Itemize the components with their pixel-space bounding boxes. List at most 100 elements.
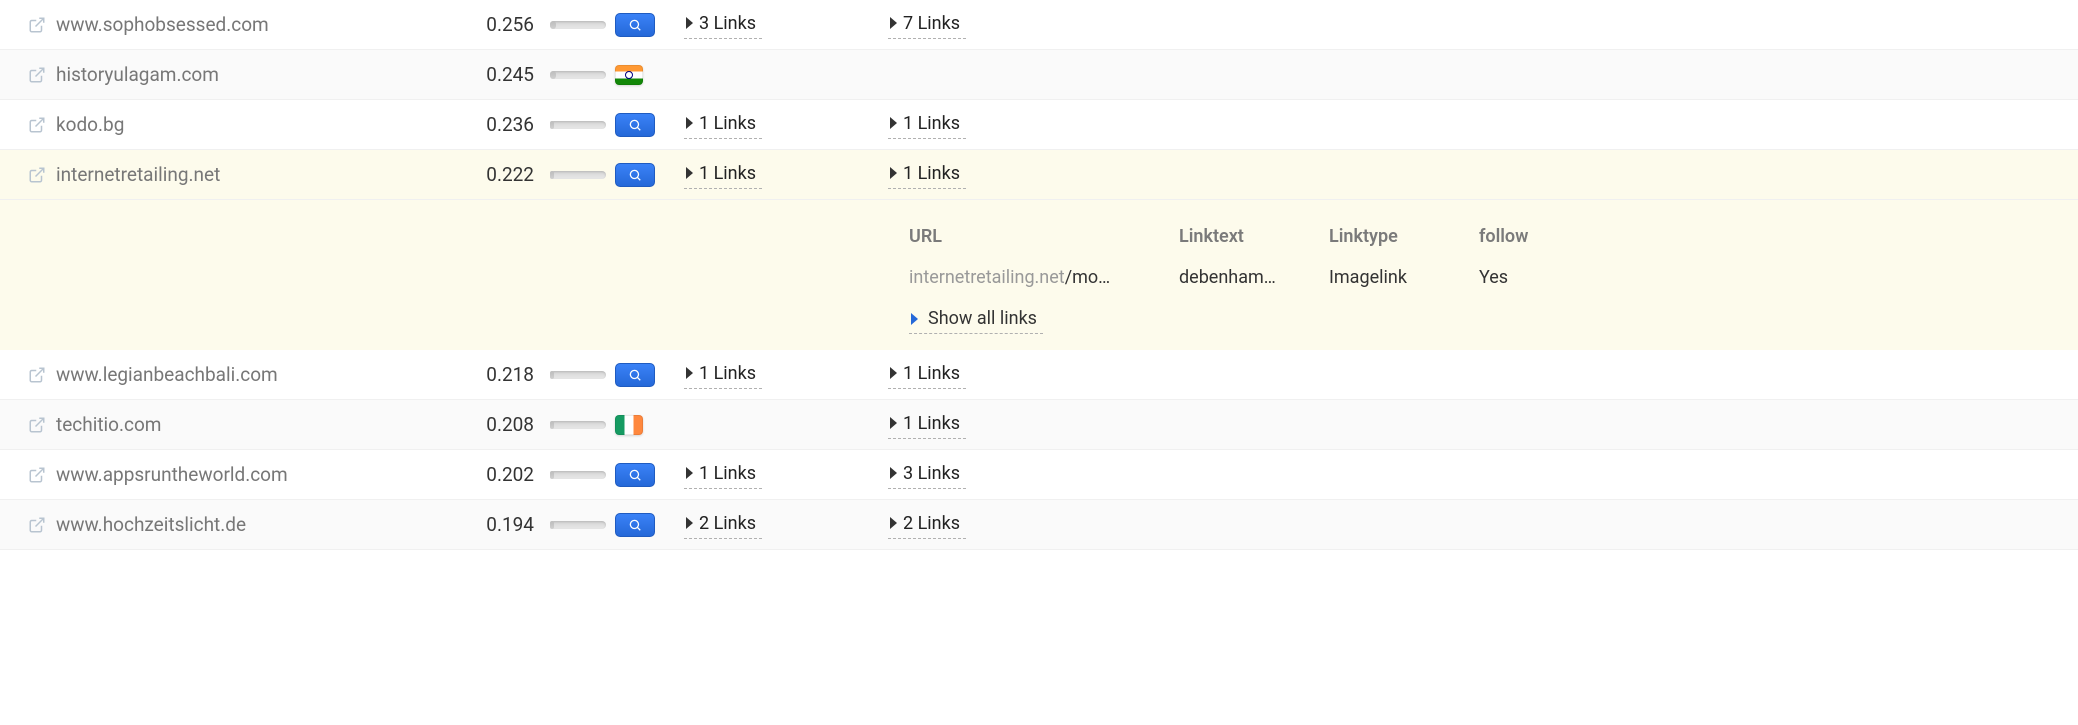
score-value: 0.194 [460,513,540,536]
domain-link[interactable]: kodo.bg [56,113,124,136]
links-expander[interactable]: 1 Links [888,111,966,139]
score-value: 0.208 [460,413,540,436]
links-count-label: 3 Links [699,13,756,34]
domain-cell: historyulagam.com [0,63,460,86]
links-count-label: 1 Links [903,113,960,134]
links-expander[interactable]: 1 Links [684,361,762,389]
links-col-2: 1 Links [880,411,2078,439]
show-all-links[interactable]: Show all links [909,306,1043,334]
table-row: kodo.bg 0.236 1 Links 1 Links [0,100,2078,150]
external-link-icon [28,466,46,484]
links-count-label: 1 Links [903,363,960,384]
links-col-1: 1 Links [680,111,880,139]
links-expander[interactable]: 1 Links [888,361,966,389]
links-count-label: 1 Links [903,413,960,434]
links-col-1: 1 Links [680,161,880,189]
external-link-icon [28,516,46,534]
links-count-label: 1 Links [903,163,960,184]
search-badge[interactable] [615,163,655,187]
caret-right-icon [911,313,918,325]
country-flag [615,415,643,435]
links-count-label: 1 Links [699,163,756,184]
links-col-2: 1 Links [880,161,2078,189]
caret-right-icon [890,517,897,529]
score-value: 0.236 [460,113,540,136]
links-expander[interactable]: 3 Links [888,461,966,489]
score-bar [540,171,615,179]
search-badge[interactable] [615,463,655,487]
score-value: 0.256 [460,13,540,36]
external-link-icon [28,416,46,434]
score-bar [540,121,615,129]
row-expansion: URLLinktextLinktypefollowinternetretaili… [0,200,2078,350]
domain-link[interactable]: techitio.com [56,413,161,436]
score-bar [540,71,615,79]
score-bar [540,371,615,379]
links-col-1: 3 Links [680,11,880,39]
badge-cell [615,415,680,435]
badge-cell [615,13,680,37]
detail-data-row[interactable]: internetretailing.net/mo…debenham…Imagel… [909,257,1769,298]
table-row: www.legianbeachbali.com 0.218 1 Links 1 Lin… [0,350,2078,400]
caret-right-icon [686,117,693,129]
search-badge[interactable] [615,363,655,387]
links-expander[interactable]: 1 Links [888,411,966,439]
caret-right-icon [890,417,897,429]
links-expander[interactable]: 3 Links [684,11,762,39]
search-badge[interactable] [615,513,655,537]
domain-link[interactable]: www.appsruntheworld.com [56,463,288,486]
domain-link[interactable]: www.hochzeitslicht.de [56,513,246,536]
score-bar [540,421,615,429]
detail-url: internetretailing.net/mo… [909,267,1169,288]
caret-right-icon [890,17,897,29]
links-col-2: 3 Links [880,461,2078,489]
links-expander[interactable]: 2 Links [684,511,762,539]
detail-follow: Yes [1479,267,1579,288]
links-expander[interactable]: 2 Links [888,511,966,539]
caret-right-icon [686,17,693,29]
domain-cell: www.legianbeachbali.com [0,363,460,386]
domain-link[interactable]: www.sophobsessed.com [56,13,269,36]
domain-table: www.sophobsessed.com 0.256 3 Links 7 Links h… [0,0,2078,550]
links-expander[interactable]: 1 Links [684,461,762,489]
table-row: internetretailing.net 0.222 1 Links 1 Links [0,150,2078,200]
search-badge[interactable] [615,113,655,137]
links-count-label: 2 Links [903,513,960,534]
domain-cell: kodo.bg [0,113,460,136]
domain-link[interactable]: internetretailing.net [56,163,220,186]
links-col-1: 2 Links [680,511,880,539]
score-bar [540,21,615,29]
score-value: 0.222 [460,163,540,186]
links-expander[interactable]: 1 Links [888,161,966,189]
links-col-1: 1 Links [680,361,880,389]
caret-right-icon [890,117,897,129]
external-link-icon [28,366,46,384]
domain-cell: www.appsruntheworld.com [0,463,460,486]
search-badge[interactable] [615,13,655,37]
external-link-icon [28,66,46,84]
links-expander[interactable]: 1 Links [684,161,762,189]
caret-right-icon [686,467,693,479]
caret-right-icon [686,367,693,379]
badge-cell [615,513,680,537]
domain-cell: techitio.com [0,413,460,436]
links-expander[interactable]: 7 Links [888,11,966,39]
caret-right-icon [890,367,897,379]
col-linktext: Linktext [1179,226,1319,247]
links-col-2: 1 Links [880,111,2078,139]
col-url: URL [909,226,1169,247]
links-count-label: 2 Links [699,513,756,534]
table-row: www.appsruntheworld.com 0.202 1 Links 3 Lin… [0,450,2078,500]
score-value: 0.218 [460,363,540,386]
score-bar [540,521,615,529]
links-col-2: 2 Links [880,511,2078,539]
domain-link[interactable]: historyulagam.com [56,63,219,86]
caret-right-icon [686,517,693,529]
badge-cell [615,363,680,387]
table-row: techitio.com 0.208 1 Links [0,400,2078,450]
domain-cell: internetretailing.net [0,163,460,186]
domain-link[interactable]: www.legianbeachbali.com [56,363,278,386]
links-col-1: 1 Links [680,461,880,489]
links-expander[interactable]: 1 Links [684,111,762,139]
score-value: 0.202 [460,463,540,486]
